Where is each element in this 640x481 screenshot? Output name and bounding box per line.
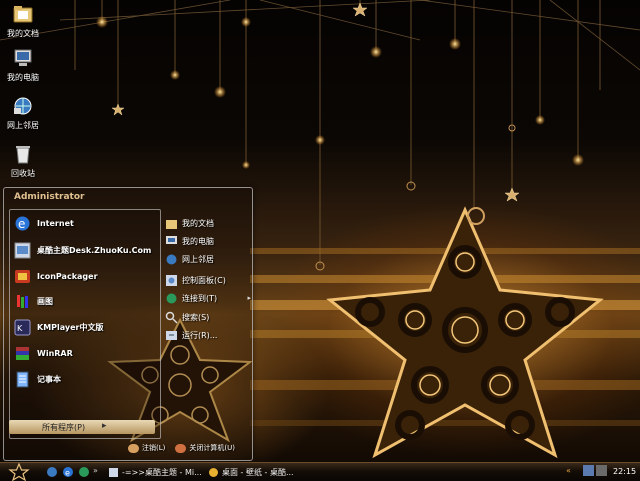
iconpackager-icon (15, 269, 30, 283)
desktop-icon-my-documents[interactable]: 我的文档 (0, 4, 46, 39)
task-label: 桌面 - 壁纸 - 桌酷... (222, 467, 294, 477)
task-label: -=>>桌酷主题 - Mi... (122, 467, 202, 477)
start-menu-item-paint[interactable]: 画图 (14, 291, 154, 311)
internet-explorer-icon[interactable]: e (62, 466, 74, 478)
all-programs-label: 所有程序(P) (42, 423, 86, 432)
places-item-connect-to[interactable]: 连接到(T) ▸ (165, 290, 251, 306)
start-menu-item-label: Internet (37, 218, 74, 228)
submenu-arrow-icon: ▸ (247, 294, 251, 302)
logoff-label: 注销(L) (142, 444, 166, 452)
svg-text:e: e (65, 469, 70, 478)
start-menu-item-notepad[interactable]: 记事本 (14, 369, 154, 389)
internet-explorer-icon: e (15, 216, 30, 231)
places-item-label: 运行(R)... (182, 330, 218, 340)
places-item-label: 控制面板(C) (182, 275, 226, 285)
svg-text:K: K (17, 324, 23, 333)
search-icon (165, 311, 178, 324)
places-item-search[interactable]: 搜索(S) (165, 309, 251, 325)
start-menu: Administrator e Internet 桌酷主题Desk.ZhuoKu… (3, 187, 253, 461)
svg-text:e: e (18, 217, 25, 231)
start-menu-item-label: IconPackager (37, 271, 98, 281)
places-item-control-panel[interactable]: 控制面板(C) (165, 272, 251, 288)
start-button[interactable] (6, 463, 32, 481)
desktop-icon-label: 我的文档 (7, 29, 39, 38)
start-menu-programs-panel: e Internet 桌酷主题Desk.ZhuoKu.Com IconPacka… (9, 209, 161, 439)
start-menu-item-label: 记事本 (37, 374, 61, 384)
large-star-ornament (326, 206, 604, 459)
task-button-zhuoku[interactable]: -=>>桌酷主题 - Mi... (108, 465, 202, 479)
shutdown-label: 关闭计算机(U) (189, 444, 235, 452)
browser-icon[interactable] (78, 466, 90, 478)
connect-icon (166, 293, 177, 303)
paint-icon (17, 294, 28, 308)
all-programs-button[interactable]: 所有程序(P) ▸ (9, 420, 155, 434)
shutdown-button[interactable]: 关闭计算机(U) (175, 443, 235, 453)
window-icon (109, 467, 118, 477)
logoff-button[interactable]: 注销(L) (128, 443, 165, 453)
arrow-right-icon: ▸ (102, 421, 107, 431)
start-menu-item-label: 画图 (37, 296, 53, 306)
places-item-my-computer[interactable]: 我的电脑 (165, 233, 251, 249)
run-icon (166, 330, 177, 340)
places-item-label: 网上邻居 (182, 254, 214, 264)
places-item-my-documents[interactable]: 我的文档 (165, 215, 251, 231)
taskbar: e » -=>>桌酷主题 - Mi... 桌面 - 壁纸 - 桌酷... « 2… (0, 462, 640, 481)
start-menu-item-kmplayer[interactable]: K KMPlayer中文版 (14, 317, 154, 337)
desktop-icon-network[interactable]: 网上邻居 (0, 96, 46, 131)
places-item-network[interactable]: 网上邻居 (165, 251, 251, 267)
desktop-icon-label: 回收站 (11, 169, 35, 178)
system-tray (583, 465, 607, 476)
desktop-icon-recycle-bin[interactable]: 回收站 (0, 144, 46, 179)
desktop-icon-label: 我的电脑 (7, 73, 39, 82)
zhuoku-theme-icon (14, 242, 31, 258)
network-icon (166, 254, 177, 264)
tray-expand-icon[interactable]: « (566, 466, 571, 475)
start-menu-item-label: KMPlayer中文版 (37, 322, 104, 332)
desktop-icon-my-computer[interactable]: 我的电脑 (0, 48, 46, 83)
start-menu-item-iconpackager[interactable]: IconPackager (14, 266, 154, 286)
network-tray-icon[interactable] (583, 465, 594, 476)
computer-icon (166, 235, 177, 244)
kmplayer-icon: K (14, 319, 31, 335)
start-menu-item-zhuoku[interactable]: 桌酷主题Desk.ZhuoKu.Com (14, 240, 154, 260)
folder-icon (13, 6, 33, 23)
folder-icon (166, 219, 177, 229)
task-button-wallpaper[interactable]: 桌面 - 壁纸 - 桌酷... (208, 465, 294, 479)
power-icon (175, 443, 187, 453)
places-item-label: 我的电脑 (182, 236, 214, 246)
clock[interactable]: 22:15 (613, 467, 636, 476)
start-menu-username: Administrator (14, 192, 85, 202)
browser-icon (209, 467, 218, 477)
volume-tray-icon[interactable] (596, 465, 607, 476)
control-panel-icon (166, 274, 177, 286)
places-item-label: 搜索(S) (182, 312, 210, 322)
winrar-icon (16, 346, 29, 360)
start-menu-item-winrar[interactable]: WinRAR (14, 343, 154, 363)
start-menu-item-internet[interactable]: e Internet (14, 213, 154, 233)
computer-icon (14, 49, 32, 66)
recycle-bin-icon (16, 146, 30, 164)
places-item-run[interactable]: 运行(R)... (165, 327, 251, 343)
logoff-icon (128, 443, 139, 453)
start-menu-footer: 注销(L) 关闭计算机(U) (128, 443, 235, 453)
notepad-icon (16, 371, 29, 387)
places-item-label: 我的文档 (182, 218, 214, 228)
start-menu-item-label: 桌酷主题Desk.ZhuoKu.Com (37, 245, 152, 255)
places-item-label: 连接到(T) (182, 293, 218, 303)
quicklaunch-more-icon[interactable]: » (93, 466, 98, 475)
start-menu-item-label: WinRAR (37, 348, 73, 358)
show-desktop-icon[interactable] (46, 466, 58, 478)
network-icon (14, 97, 32, 115)
desktop-icon-label: 网上邻居 (7, 121, 39, 130)
